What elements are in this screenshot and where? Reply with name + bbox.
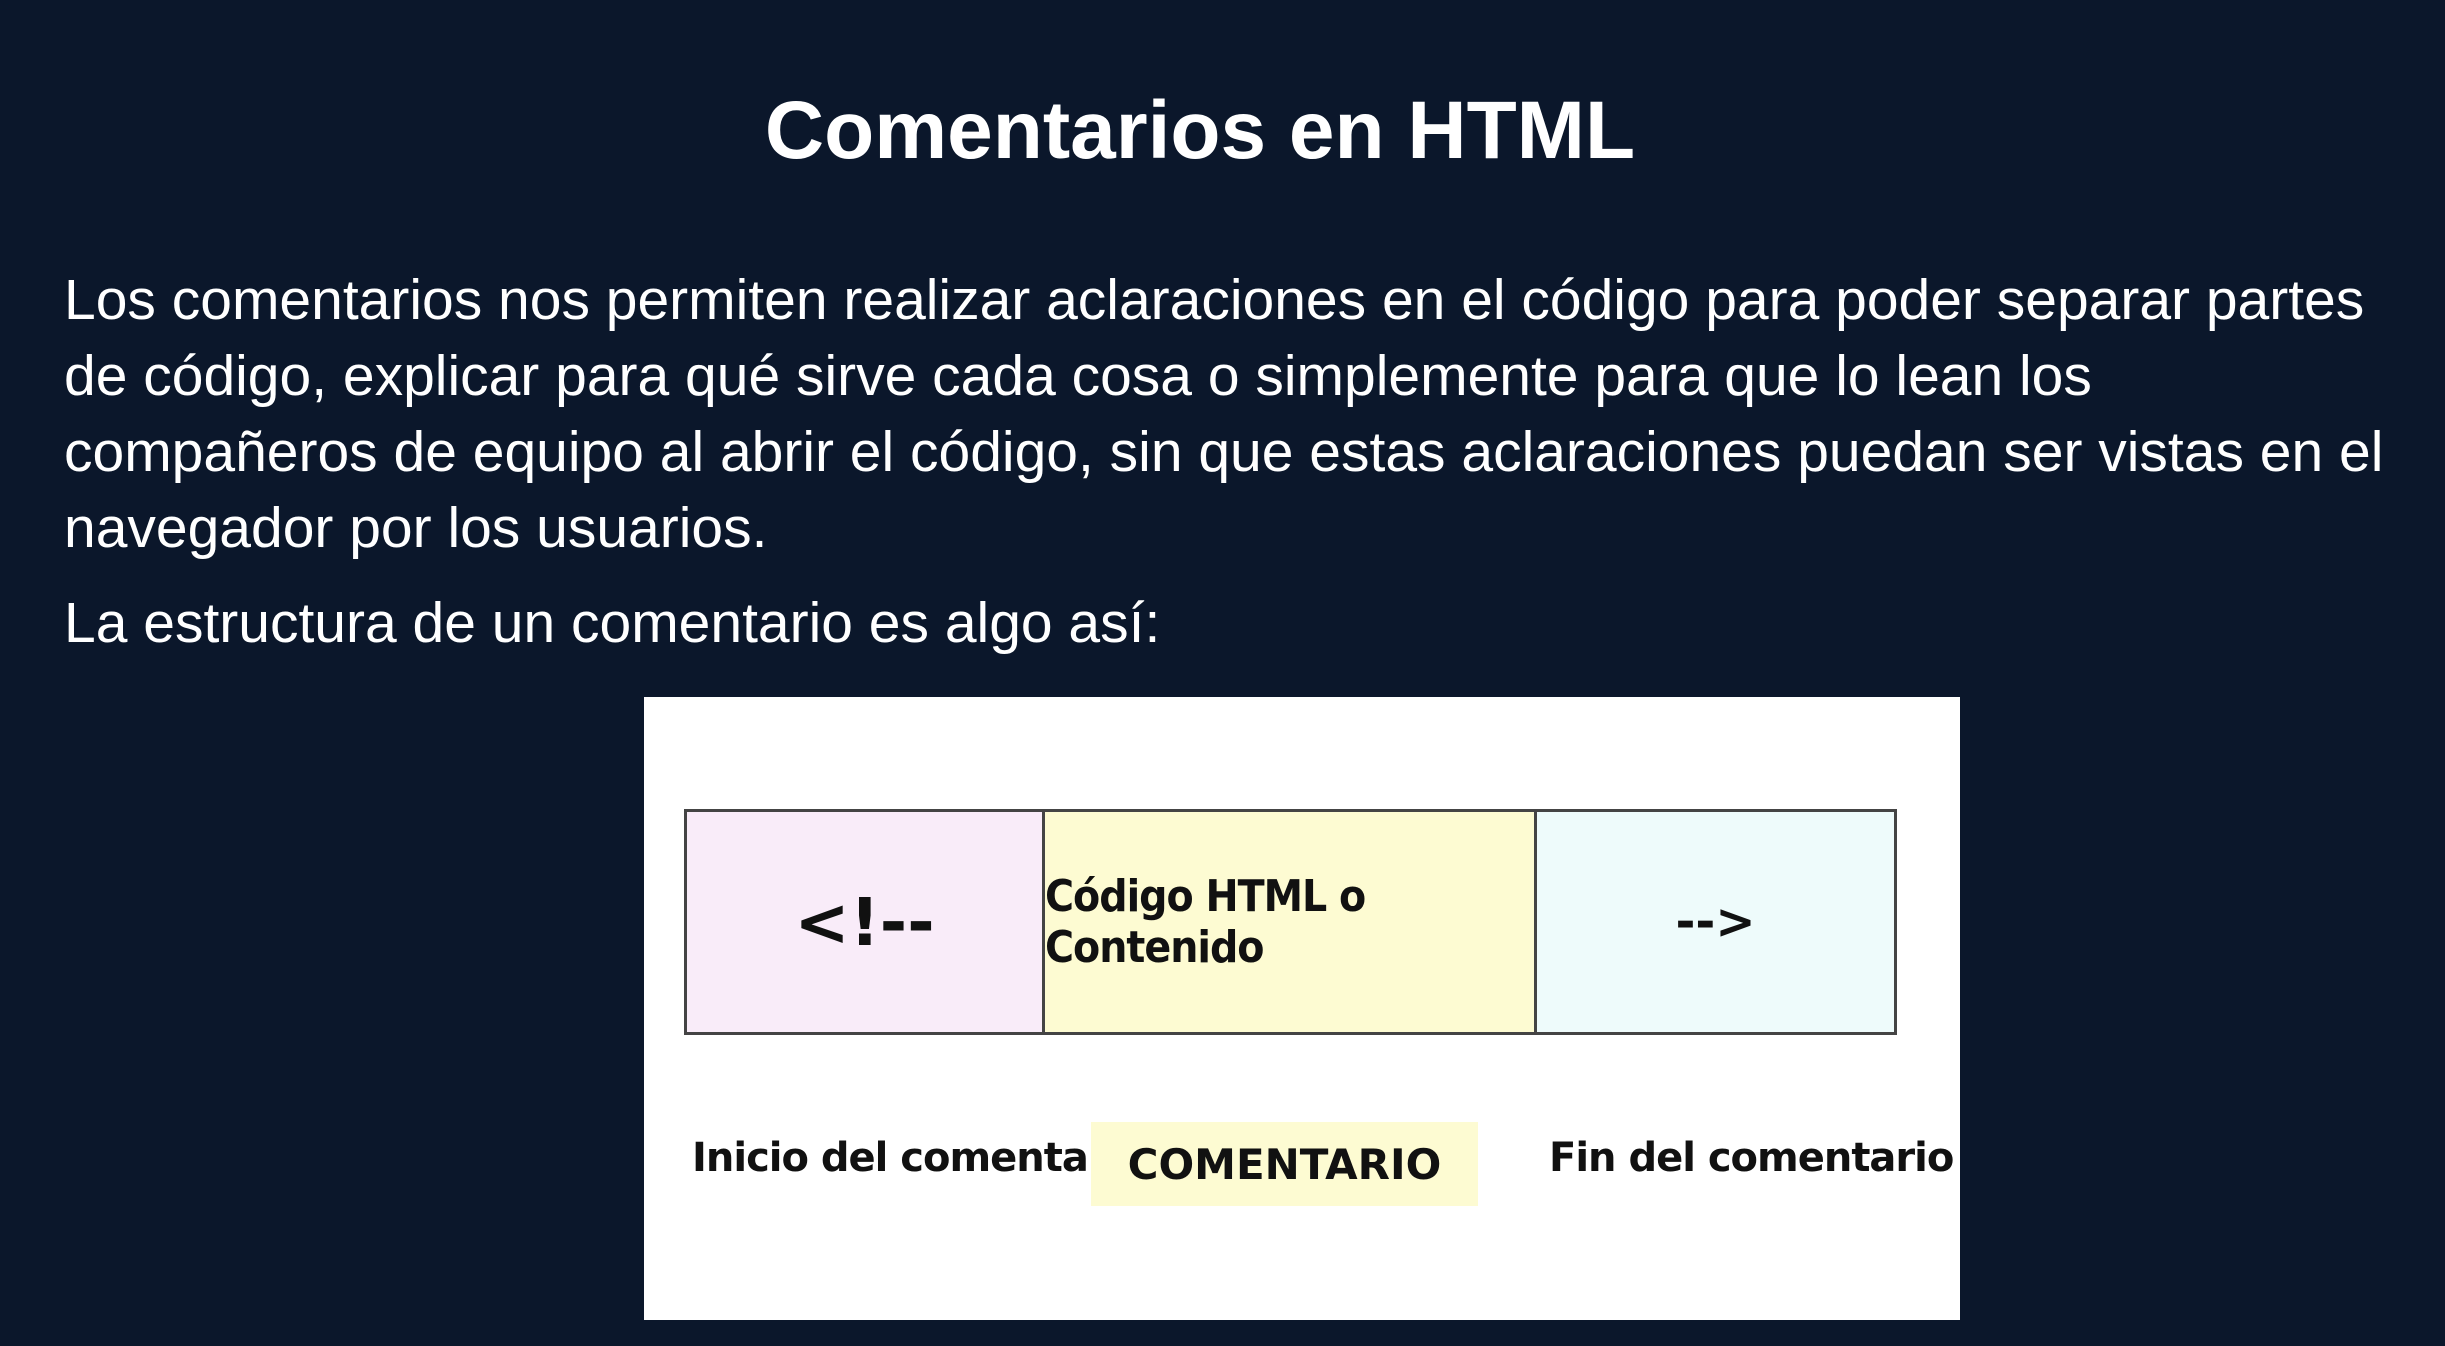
comment-start-label: Inicio del comentario	[692, 1135, 1147, 1181]
structure-intro-text: La estructura de un comentario es algo a…	[64, 591, 1161, 655]
intro-paragraph: Los comentarios nos permiten realizar ac…	[64, 268, 2384, 560]
comment-content-cell: Código HTML o Contenido	[1045, 812, 1537, 1032]
comment-structure-diagram: <!-- Código HTML o Contenido --> Inicio …	[644, 697, 1960, 1320]
comment-syntax-row: <!-- Código HTML o Contenido -->	[684, 809, 1897, 1035]
comment-open-cell: <!--	[687, 812, 1045, 1032]
slide-title: Comentarios en HTML	[764, 85, 1636, 176]
comment-end-label: Fin del comentario	[1549, 1135, 1954, 1181]
comment-close-cell: -->	[1537, 812, 1894, 1032]
comment-middle-label: COMENTARIO	[1091, 1122, 1478, 1206]
